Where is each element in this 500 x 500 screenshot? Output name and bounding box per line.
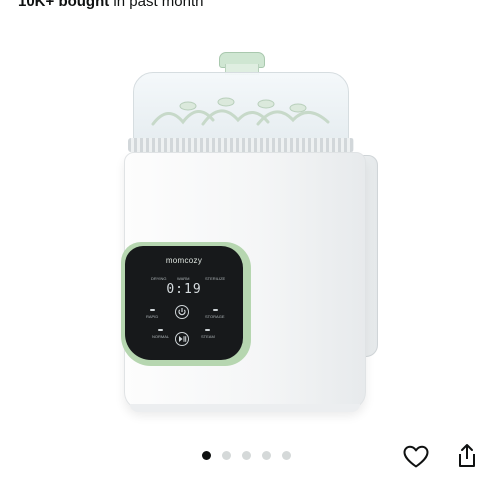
pager-dot-5[interactable]: [282, 450, 291, 460]
storage-indicator: [213, 309, 218, 311]
power-icon: [178, 308, 186, 316]
normal-indicator: [158, 329, 163, 331]
play-pause-icon: [179, 336, 187, 342]
add-to-list-button[interactable]: [401, 442, 431, 472]
time-display: 0:19: [166, 282, 202, 297]
brand-logo: momcozy: [165, 256, 203, 265]
share-button[interactable]: [452, 441, 482, 471]
bottle-holders: [151, 97, 330, 126]
pager-dot-2[interactable]: [222, 450, 231, 460]
label-storage: STORAGE: [205, 314, 225, 319]
steam-indicator: [205, 329, 210, 331]
start-pause-button: [175, 332, 189, 346]
image-pager: [202, 449, 302, 461]
label-normal: NORMAL: [152, 334, 170, 339]
pager-dot-3[interactable]: [242, 450, 251, 460]
control-panel: momcozy DRYING WARM STERILIZE 0:19 RAPID…: [125, 246, 243, 360]
purchase-info: 10K+ bought in past month: [18, 0, 203, 12]
bought-count: 10K+ bought: [18, 0, 110, 10]
label-rapid: RAPID: [146, 314, 159, 319]
label-sterilize: STERILIZE: [205, 276, 226, 281]
rapid-indicator: [150, 309, 155, 311]
product-image-gallery[interactable]: momcozy DRYING WARM STERILIZE 0:19 RAPID…: [0, 20, 500, 435]
label-drying: DRYING: [151, 276, 167, 281]
share-icon: [459, 444, 475, 467]
label-warm: WARM: [177, 276, 190, 281]
pager-dot-4[interactable]: [262, 450, 271, 460]
bought-period: in past month: [109, 0, 204, 10]
base: [130, 404, 360, 412]
label-steam: STEAM: [201, 334, 215, 339]
lid-rim: [128, 138, 354, 152]
power-button: [175, 305, 189, 319]
pager-dot-1[interactable]: [202, 450, 211, 460]
heart-icon: [403, 445, 429, 468]
